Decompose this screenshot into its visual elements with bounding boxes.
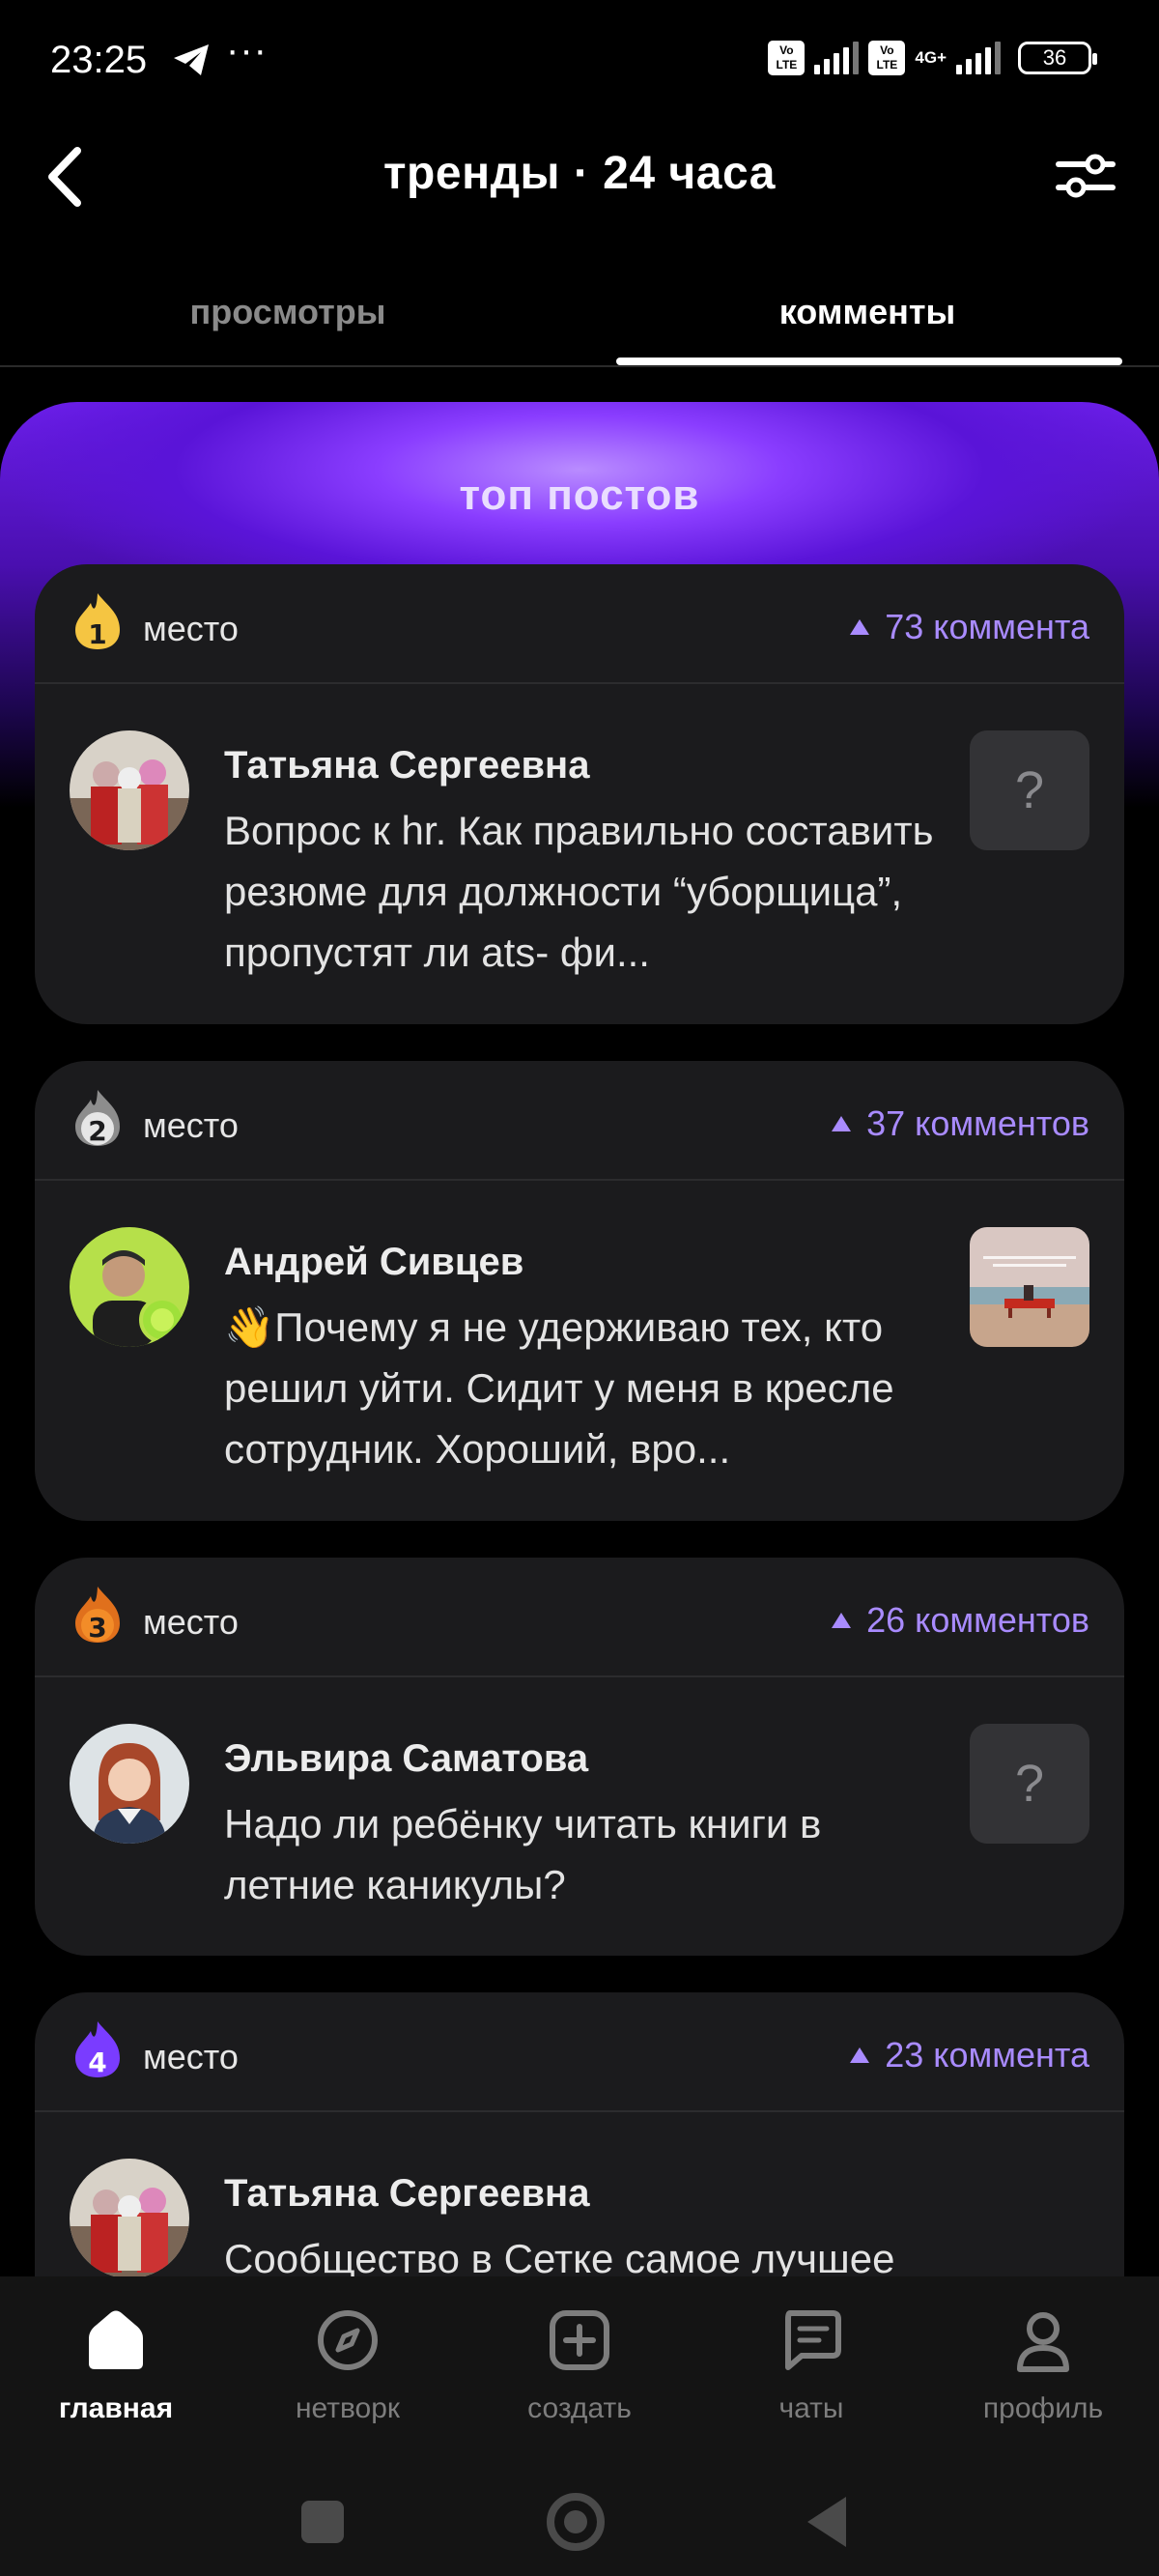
place-label: место (143, 1105, 239, 1145)
place-label: место (143, 1602, 239, 1642)
user-icon (1017, 2312, 1069, 2372)
post-text[interactable]: 👋Почему я не удерживаю тех, кто решил уй… (224, 1297, 958, 1479)
post-card[interactable]: 3 место 26 комментов Эльвира Саматова На… (35, 1558, 1124, 1956)
comments-count: 73 коммента (850, 607, 1089, 647)
post-thumbnail[interactable] (970, 1227, 1089, 1347)
status-time: 23:25 (50, 39, 148, 81)
post-card-header: 3 место 26 комментов (35, 1558, 1124, 1677)
nav-create[interactable]: создать (464, 2305, 695, 2425)
flame-rank-icon: 4 (75, 2021, 120, 2078)
post-thumbnail-placeholder[interactable]: ? (970, 1724, 1089, 1844)
home-button[interactable] (547, 2493, 605, 2551)
post-card-header: 4 место 23 коммента (35, 1992, 1124, 2112)
post-card[interactable]: 1 место 73 коммента Татьяна Сергеевна Во… (35, 564, 1124, 1024)
plus-square-icon (550, 2310, 609, 2370)
volte-icon-2: Vo LTE (868, 41, 906, 75)
tab-views[interactable]: просмотры (37, 292, 539, 332)
flame-rank-icon: 2 (75, 1090, 120, 1147)
flame-rank-icon: 1 (75, 593, 120, 650)
signal-icon (814, 42, 860, 74)
tab-bar: просмотры комменты (0, 280, 1159, 367)
nav-home[interactable]: главная (0, 2305, 232, 2425)
place-label: место (143, 2037, 239, 2076)
avatar[interactable] (70, 1724, 189, 1844)
comments-count: 26 комментов (832, 1600, 1089, 1641)
page-title: тренды · 24 часа (383, 148, 776, 199)
post-author[interactable]: Татьяна Сергеевна (224, 2172, 589, 2216)
question-icon: ? (1014, 1755, 1045, 1813)
avatar[interactable] (70, 2159, 189, 2278)
avatar[interactable] (70, 1227, 189, 1347)
home-icon (89, 2310, 143, 2369)
svg-text:2: 2 (88, 1115, 106, 1147)
active-tab-indicator (616, 358, 1122, 365)
avatar[interactable] (70, 730, 189, 850)
post-text[interactable]: Вопрос к hr. Как правильно составить рез… (224, 800, 958, 983)
battery-icon: 36 (1018, 42, 1097, 74)
back-button[interactable] (807, 2497, 846, 2547)
arrow-up-icon (832, 1613, 852, 1628)
banner-title: топ постов (459, 472, 700, 519)
system-navigation-bar (0, 2470, 1159, 2576)
nav-chats[interactable]: чаты (695, 2305, 927, 2425)
arrow-up-icon (850, 2047, 870, 2063)
arrow-up-icon (832, 1116, 852, 1131)
post-author[interactable]: Татьяна Сергеевна (224, 744, 589, 787)
flame-rank-icon: 3 (75, 1587, 120, 1644)
post-card-header: 2 место 37 комментов (35, 1061, 1124, 1181)
volte-icon: Vo LTE (768, 41, 806, 75)
sliders-icon[interactable] (1055, 149, 1117, 203)
signal-icon-2 (956, 42, 1001, 74)
compass-icon (318, 2310, 378, 2370)
network-type: 4G+ (915, 48, 947, 67)
post-author[interactable]: Андрей Сивцев (224, 1241, 523, 1284)
chat-icon (785, 2310, 841, 2370)
status-bar: 23:25 ··· Vo LTE Vo LTE 4G+ 36 (0, 0, 1159, 116)
question-icon: ? (1014, 761, 1045, 819)
post-text[interactable]: Надо ли ребёнку читать книги в летние ка… (224, 1793, 958, 1915)
bottom-navigation: главная нетворк создать чаты профиль (0, 2276, 1159, 2470)
svg-text:3: 3 (88, 1612, 106, 1644)
more-notifications-icon: ··· (226, 29, 268, 72)
comments-count: 23 коммента (850, 2035, 1089, 2075)
post-thumbnail-placeholder[interactable]: ? (970, 730, 1089, 850)
recent-apps-button[interactable] (301, 2501, 344, 2543)
comments-count: 37 комментов (832, 1103, 1089, 1144)
post-card[interactable]: 2 место 37 комментов Андрей Сивцев 👋Поче… (35, 1061, 1124, 1521)
tab-comments[interactable]: комменты (616, 292, 1118, 332)
top-app-bar: тренды · 24 часа (0, 135, 1159, 222)
arrow-up-icon (850, 619, 870, 635)
nav-profile[interactable]: профиль (927, 2305, 1159, 2425)
post-card-header: 1 место 73 коммента (35, 564, 1124, 684)
post-author[interactable]: Эльвира Саматова (224, 1737, 588, 1781)
nav-network[interactable]: нетворк (232, 2305, 464, 2425)
svg-text:4: 4 (88, 2046, 106, 2078)
svg-text:1: 1 (88, 618, 106, 650)
telegram-icon (174, 44, 209, 75)
place-label: место (143, 609, 239, 648)
